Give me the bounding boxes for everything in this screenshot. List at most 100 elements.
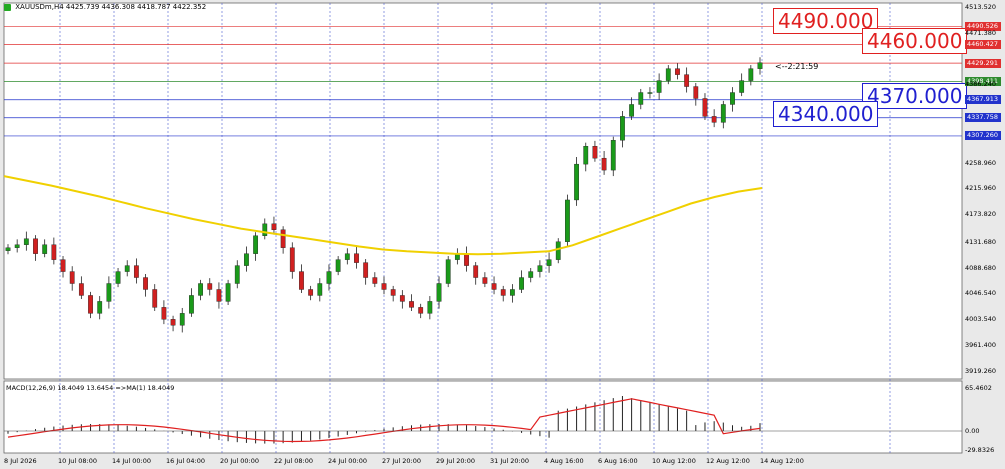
candle-body [14, 244, 20, 248]
price-axis-label: 4513.520 [965, 3, 997, 11]
candle-body [308, 289, 314, 296]
macd-axis-bottom: -29.8326 [965, 446, 995, 454]
time-label: 29 Jul 20:00 [436, 457, 475, 465]
price-axis-label: 4471.380 [965, 29, 997, 37]
candle-body [143, 277, 148, 290]
price-axis-label: 4215.960 [965, 184, 997, 192]
candle-body [546, 259, 552, 266]
candle-body [271, 223, 277, 230]
candle-body [601, 157, 607, 171]
candle-body [711, 116, 717, 123]
candle-body [179, 313, 185, 326]
price-axis-label: 3961.400 [965, 341, 997, 349]
candle-body [656, 80, 662, 93]
main-pane [3, 2, 963, 380]
candle-body [23, 238, 29, 245]
symbol-icon [4, 3, 11, 11]
candle-body [344, 253, 350, 260]
candle-body [372, 277, 378, 284]
candle-body [354, 253, 359, 263]
candle-body [720, 104, 726, 123]
candle-body [161, 307, 167, 320]
candle-body [390, 289, 396, 296]
macd-label: MACD(12,26,9) 18.4049 13.6454 =>MA(1) 18… [6, 384, 175, 392]
chart-canvas [3, 2, 963, 454]
candle-body [665, 68, 671, 81]
price-tag: 4337.758 [965, 113, 1001, 123]
candle-body [574, 163, 579, 201]
price-axis-label: 4131.680 [965, 238, 997, 246]
price-axis-label: 4173.820 [965, 210, 997, 218]
time-label: 8 Jul 2026 [4, 457, 37, 465]
level-box: 4340.000 [773, 101, 879, 127]
time-label: 14 Jul 00:00 [112, 457, 151, 465]
candle-body [97, 301, 103, 314]
candle-body [262, 223, 268, 236]
time-label: 10 Aug 12:00 [652, 457, 696, 465]
candle-body [88, 295, 93, 314]
price-tag: 4460.427 [965, 40, 1001, 50]
candle-body [409, 301, 414, 308]
candle-body [69, 271, 75, 284]
candle-body [106, 283, 112, 302]
candle-body [244, 253, 249, 266]
price-axis-label: 4088.680 [965, 264, 997, 272]
candle-body [684, 74, 690, 87]
candle-body [326, 271, 332, 284]
time-label: 20 Jul 00:00 [220, 457, 259, 465]
time-label: 16 Jul 04:00 [166, 457, 205, 465]
candle-body [42, 244, 48, 254]
price-axis-label: 4046.540 [965, 289, 997, 297]
candle-body [124, 265, 130, 272]
time-label: 22 Jul 08:00 [274, 457, 313, 465]
bar-countdown: <--2:21:59 [775, 62, 819, 71]
time-label: 4 Aug 16:00 [544, 457, 584, 465]
candle-body [363, 262, 369, 278]
candle-body [730, 92, 735, 105]
candle-body [5, 247, 11, 251]
macd-axis-top: 65.4602 [965, 384, 992, 392]
candle-body [638, 92, 644, 105]
candle-body [335, 259, 341, 272]
time-label: 31 Jul 20:00 [490, 457, 529, 465]
candle-body [427, 301, 433, 314]
chart-title: XAUUSDm,H4 4425.739 4436.308 4418.787 44… [4, 3, 206, 11]
candle-body [537, 265, 543, 272]
candle-body [317, 283, 323, 296]
candle-body [592, 146, 598, 159]
price-axis-label: 4386.240 [965, 80, 997, 88]
candle-body [381, 283, 387, 290]
candle-body [170, 319, 176, 326]
candle-body [491, 283, 497, 290]
candle-body [253, 235, 259, 254]
candle-body [189, 295, 194, 314]
candle-body [445, 259, 451, 284]
candle-body [225, 283, 231, 302]
candle-body [78, 283, 84, 296]
candle-body [289, 247, 295, 272]
time-label: 27 Jul 20:00 [382, 457, 421, 465]
candle-body [629, 104, 635, 117]
candle-body [51, 244, 57, 260]
price-tag: 4367.913 [965, 95, 1001, 105]
candle-body [33, 238, 38, 254]
candle-body [234, 265, 240, 284]
candle-body [757, 62, 763, 69]
time-label: 12 Aug 12:00 [706, 457, 750, 465]
price-tag: 4429.291 [965, 58, 1001, 68]
candle-body [418, 307, 424, 314]
candle-body [693, 86, 699, 99]
candle-body [280, 229, 286, 248]
time-label: 24 Jul 00:00 [328, 457, 367, 465]
candle-body [583, 146, 589, 165]
time-label: 6 Aug 16:00 [598, 457, 638, 465]
level-box: 4460.000 [862, 28, 968, 54]
price-tag: 4307.260 [965, 131, 1001, 141]
candle-body [216, 289, 222, 302]
candle-body [115, 271, 121, 284]
ohlc-values: 4425.739 4436.308 4418.787 4422.352 [65, 3, 207, 11]
candle-body [675, 68, 680, 75]
candle-body [647, 92, 653, 94]
candle-body [399, 295, 405, 302]
candle-body [207, 283, 213, 290]
